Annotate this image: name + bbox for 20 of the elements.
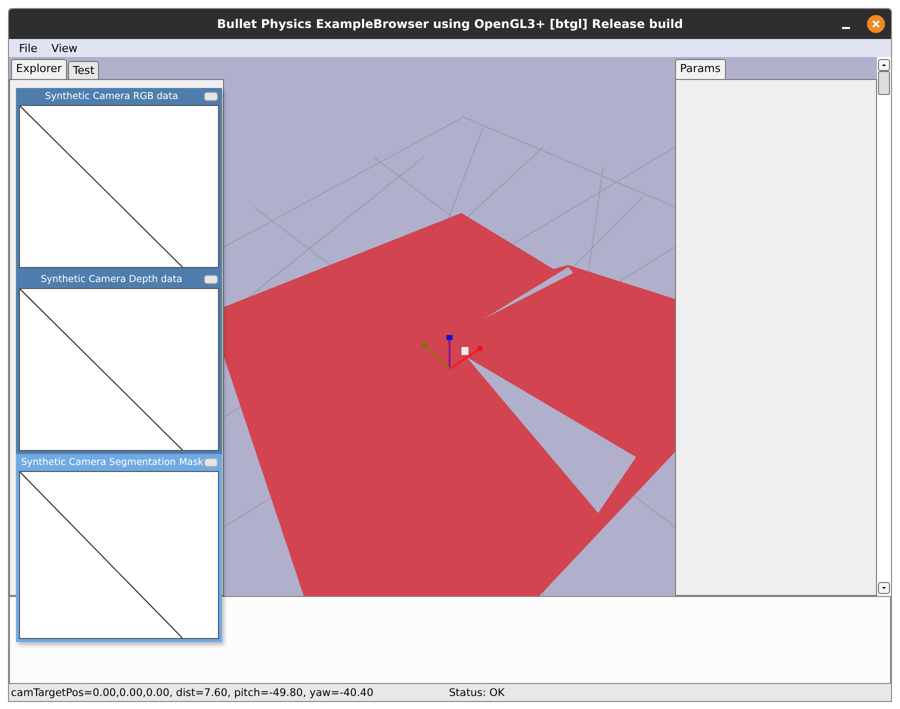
- tab[interactable]: Test: [68, 61, 100, 79]
- window-title: Bullet Physics ExampleBrowser using OpenGL3+ [btgl] Release build: [217, 17, 683, 31]
- camera-window-title: Synthetic Camera RGB data: [44, 91, 180, 102]
- close-button[interactable]: [867, 15, 885, 33]
- tab[interactable]: Explorer: [11, 59, 67, 79]
- tab[interactable]: Params: [675, 59, 726, 79]
- status-text: Status: OK: [449, 687, 504, 699]
- camera-status-text: camTargetPos=0.00,0.00,0.00, dist=7.60, pitch=-49.80, yaw=-40.40: [11, 687, 374, 699]
- scroll-thumb[interactable]: [878, 71, 890, 95]
- collapse-button[interactable]: [204, 92, 218, 101]
- menu-item[interactable]: File: [19, 42, 38, 54]
- collapse-button[interactable]: [204, 275, 218, 284]
- close-icon: [871, 19, 881, 29]
- scroll-down-button[interactable]: [878, 582, 890, 594]
- collapse-button[interactable]: [204, 458, 218, 467]
- menu-item[interactable]: View: [51, 42, 78, 54]
- camera-window-title: Synthetic Camera Segmentation Mask: [21, 457, 202, 468]
- scroll-up-button[interactable]: [878, 59, 890, 71]
- camera-window-title: Synthetic Camera Depth data: [40, 274, 184, 285]
- scrollbar[interactable]: [877, 57, 891, 596]
